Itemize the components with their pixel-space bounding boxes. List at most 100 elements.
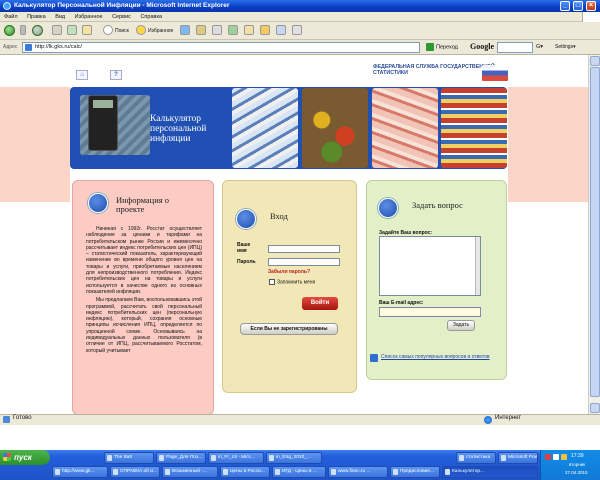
internet-zone-icon: [484, 416, 492, 424]
task-button[interactable]: Возьменный -...: [162, 466, 218, 478]
task-button[interactable]: ИГД - Цены в ...: [272, 466, 326, 478]
window-title: Калькулятор Персональной Инфляции - Micr…: [14, 2, 230, 9]
task-button[interactable]: статистика: [456, 452, 496, 464]
banner-photo-clothes: [232, 88, 298, 168]
search-icon[interactable]: [103, 25, 113, 35]
back-dropdown-icon[interactable]: [20, 25, 26, 35]
menu-file[interactable]: Файл: [4, 14, 18, 20]
vertical-scrollbar[interactable]: [588, 55, 600, 414]
remember-me-checkbox[interactable]: Запомнить меня: [269, 279, 315, 285]
minimize-button[interactable]: _: [560, 1, 570, 11]
edit-icon[interactable]: [228, 25, 238, 35]
discuss-icon[interactable]: [244, 25, 254, 35]
search-label[interactable]: Поиск: [115, 26, 129, 36]
task-button[interactable]: in_Eng_2010_...: [266, 452, 322, 464]
toolbar: Поиск Избранное: [0, 22, 600, 40]
login-button[interactable]: Войти: [302, 297, 338, 310]
faq-icon: [370, 354, 378, 362]
banner-photo-vegetables: [302, 88, 368, 168]
forward-icon[interactable]: [32, 25, 43, 36]
page-side-band-right: [508, 87, 588, 202]
menu-help[interactable]: Справка: [140, 14, 162, 20]
task-button-active[interactable]: Калькулятор...: [442, 466, 538, 478]
messenger-icon[interactable]: [276, 25, 286, 35]
page-status-icon: [3, 416, 10, 423]
banner-photo-money: [372, 88, 438, 168]
forgot-password-link[interactable]: Забыли пароль?: [268, 269, 310, 275]
password-input[interactable]: [268, 258, 340, 266]
page-icon: [25, 44, 32, 51]
home-icon[interactable]: [82, 25, 92, 35]
username-input[interactable]: [268, 245, 340, 253]
address-input[interactable]: http://lk.gks.ru/calc/: [22, 42, 420, 53]
textarea-scrollbar[interactable]: [475, 237, 480, 295]
menu-favorites[interactable]: Избранное: [75, 14, 103, 20]
task-button[interactable]: The Bat!: [104, 452, 154, 464]
windows-logo-icon: [582, 12, 600, 22]
home-page-icon[interactable]: ⌂: [76, 70, 88, 80]
task-button[interactable]: in_Fr_L5 - Micr...: [208, 452, 264, 464]
clock-date: 27.04.2010: [565, 470, 588, 475]
scroll-up-icon[interactable]: [590, 56, 600, 66]
refresh-icon[interactable]: [67, 25, 77, 35]
task-button[interactable]: Page_Для Поз...: [156, 452, 206, 464]
clock-time[interactable]: 17:39: [571, 453, 584, 459]
favorites-label[interactable]: Избранное: [148, 26, 173, 36]
address-url: http://lk.gks.ru/calc/: [35, 44, 83, 50]
russia-flag-logo: [482, 65, 508, 81]
window-title-bar[interactable]: Калькулятор Персональной Инфляции - Micr…: [0, 0, 600, 12]
menu-tools[interactable]: Сервис: [112, 14, 131, 20]
status-text: Готово: [13, 415, 32, 421]
help-icon[interactable]: ?: [110, 70, 122, 80]
task-button[interactable]: Предисловие...: [390, 466, 440, 478]
login-form-icon: [236, 209, 256, 229]
task-button[interactable]: Цены в Росси...: [220, 466, 270, 478]
address-label: Адрес: [3, 44, 18, 50]
info-title: Информация о проекте: [116, 195, 170, 214]
checkbox-icon[interactable]: [269, 279, 275, 285]
task-button[interactable]: Microsoft Pow...: [498, 452, 538, 464]
task-button[interactable]: http://www.gk...: [52, 466, 108, 478]
username-label: Ваше имя: [237, 242, 251, 254]
folder-icon[interactable]: [260, 25, 270, 35]
menu-bar: Файл Правка Вид Избранное Сервис Справка: [0, 12, 600, 22]
ie-icon: [3, 2, 11, 10]
print-icon[interactable]: [212, 25, 222, 35]
page-side-band-left: [0, 87, 70, 202]
close-button[interactable]: ×: [586, 1, 596, 11]
mail-icon[interactable]: [196, 25, 206, 35]
faq-link[interactable]: Список самых популярных вопросов и ответ…: [381, 354, 493, 360]
not-registered-button[interactable]: Если Вы не зарегистрированы: [240, 323, 338, 335]
google-search-input[interactable]: [497, 42, 533, 53]
task-button[interactable]: СПРАВКА об и...: [110, 466, 160, 478]
history-icon[interactable]: [180, 25, 190, 35]
start-button[interactable]: пуск: [0, 450, 50, 465]
calculator-icon: [88, 193, 108, 213]
email-label: Ваш E-mail адрес:: [379, 300, 424, 306]
banner-photo-store-shelves: [441, 88, 507, 168]
menu-edit[interactable]: Правка: [27, 14, 46, 20]
tool-icon[interactable]: [292, 25, 302, 35]
scroll-down-icon[interactable]: [590, 403, 600, 413]
favorites-icon[interactable]: [136, 25, 146, 35]
menu-view[interactable]: Вид: [55, 14, 65, 20]
email-input[interactable]: [379, 307, 481, 317]
antivirus-icon[interactable]: [545, 454, 551, 460]
question-textarea[interactable]: [379, 236, 481, 296]
go-button[interactable]: Переход: [426, 43, 458, 51]
calculator-image: [88, 95, 118, 151]
scrollbar-thumb[interactable]: [590, 67, 600, 397]
back-icon[interactable]: [4, 25, 15, 36]
task-button[interactable]: www.finec.ru ...: [328, 466, 388, 478]
system-tray: 17:39 вторник 27.04.2010: [540, 450, 600, 480]
network-icon[interactable]: [553, 454, 559, 460]
stop-icon[interactable]: [52, 25, 62, 35]
volume-icon[interactable]: [561, 454, 567, 460]
google-search-button[interactable]: G▾: [536, 44, 543, 50]
maximize-button[interactable]: □: [573, 1, 583, 11]
desktop-area: [0, 425, 600, 450]
settings-button[interactable]: Settings▾: [555, 44, 576, 50]
google-toolbar-logo: Google: [470, 42, 494, 51]
clock-day: вторник: [569, 462, 586, 467]
ask-button[interactable]: Задать: [447, 320, 475, 331]
